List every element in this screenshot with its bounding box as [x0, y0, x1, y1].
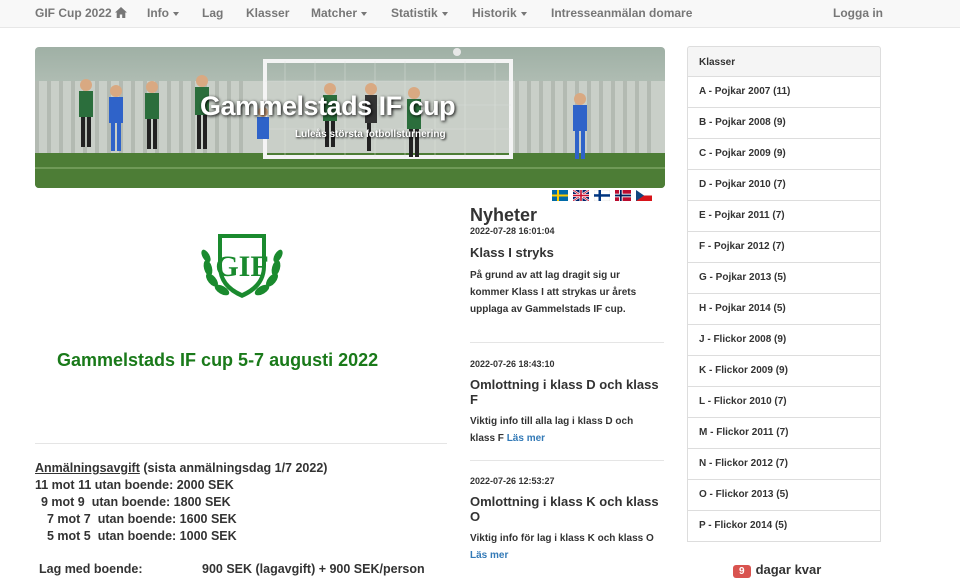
fee-price: 1000 SEK	[179, 529, 237, 543]
nav-matcher[interactable]: Matcher	[311, 6, 368, 20]
nav-statistik-label: Statistik	[391, 6, 438, 20]
norwegian-flag-icon[interactable]	[615, 190, 631, 201]
nav-historik-label: Historik	[472, 6, 517, 20]
news-body-text: Viktig info för lag i klass K och klass …	[470, 533, 654, 544]
fee-format: 7 mot 7	[47, 512, 91, 526]
fee-format: 5 mot 5	[47, 529, 91, 543]
home-icon	[114, 7, 127, 21]
fee-row-11: 11 mot 11 utan boende: 2000 SEK	[35, 477, 234, 494]
sidebar-item-class[interactable]: K - Flickor 2009 (9)	[687, 356, 881, 387]
countdown-badge: 9	[733, 565, 751, 578]
brand-label: GIF Cup 2022	[35, 6, 112, 20]
sidebar-item-class[interactable]: D - Pojkar 2010 (7)	[687, 170, 881, 201]
fee-format: 9 mot 9	[41, 495, 85, 509]
sidebar-item-class[interactable]: H - Pojkar 2014 (5)	[687, 294, 881, 325]
hero-title: Gammelstads IF cup	[200, 91, 456, 121]
news-heading[interactable]: Klass I stryks	[470, 245, 665, 260]
nav-klasser[interactable]: Klasser	[246, 6, 289, 20]
sidebar-item-class[interactable]: N - Flickor 2012 (7)	[687, 449, 881, 480]
news-title: Nyheter	[470, 205, 538, 225]
chevron-down-icon	[361, 11, 368, 16]
hero-subtitle: Luleås största fotbollsturnering	[295, 129, 446, 140]
nav-intresseanmalan-label: Intresseanmälan domare	[551, 6, 693, 20]
sidebar-item-class[interactable]: G - Pojkar 2013 (5)	[687, 263, 881, 294]
news-heading[interactable]: Omlottning i klass D och klass F	[470, 377, 665, 407]
brand-link[interactable]: GIF Cup 2022	[35, 6, 127, 21]
login-link[interactable]: Logga in	[833, 6, 883, 20]
fee-price: 1600 SEK	[179, 512, 237, 526]
sidebar-heading: Klasser	[687, 46, 881, 77]
nav-intresseanmalan[interactable]: Intresseanmälan domare	[551, 6, 692, 20]
fee-heading: Anmälningsavgift	[35, 461, 140, 475]
news-date: 2022-07-26 18:43:10	[470, 359, 555, 369]
nav-info-label: Info	[147, 6, 169, 20]
lodging-price: 900 SEK (lagavgift) + 900 SEK/person	[202, 562, 425, 576]
sidebar-item-class[interactable]: P - Flickor 2014 (5)	[687, 511, 881, 542]
news-body-text: På grund av att lag dragit sig ur kommer…	[470, 270, 637, 315]
fee-row-7: 7 mot 7 utan boende: 1600 SEK	[47, 511, 237, 528]
sidebar-item-class[interactable]: J - Flickor 2008 (9)	[687, 325, 881, 356]
classes-sidebar: Klasser A - Pojkar 2007 (11) B - Pojkar …	[687, 46, 881, 542]
fee-row-5: 5 mot 5 utan boende: 1000 SEK	[47, 528, 237, 545]
sidebar-item-class[interactable]: E - Pojkar 2011 (7)	[687, 201, 881, 232]
news-date: 2022-07-28 16:01:04	[470, 226, 555, 236]
login-label: Logga in	[833, 6, 883, 20]
news-body: Viktig info till alla lag i klass D och …	[470, 413, 660, 447]
svg-text:GIF: GIF	[215, 250, 268, 283]
news-body: På grund av att lag dragit sig ur kommer…	[470, 267, 660, 318]
nav-lag-label: Lag	[202, 6, 224, 20]
sidebar-item-class[interactable]: A - Pojkar 2007 (11)	[687, 77, 881, 108]
fee-note: (sista anmälningsdag 1/7 2022)	[139, 461, 328, 475]
countdown: 9 dagar kvar	[733, 562, 821, 578]
fee-text: utan boende:	[94, 478, 174, 492]
navbar: GIF Cup 2022 Info Lag Klasser Matcher St…	[0, 0, 960, 28]
sidebar-item-class[interactable]: M - Flickor 2011 (7)	[687, 418, 881, 449]
fee-text: utan boende:	[97, 512, 177, 526]
fee-text: utan boende:	[97, 529, 177, 543]
nav-klasser-label: Klasser	[246, 6, 290, 20]
nav-info[interactable]: Info	[147, 6, 179, 20]
fee-heading-row: Anmälningsavgift (sista anmälningsdag 1/…	[35, 460, 327, 477]
news-body-text: Viktig info till alla lag i klass D och …	[470, 416, 634, 444]
club-logo: GIF	[198, 228, 286, 309]
news-body: Viktig info för lag i klass K och klass …	[470, 530, 660, 564]
cup-title: Gammelstads IF cup 5-7 augusti 2022	[57, 350, 379, 370]
fee-price: 2000 SEK	[176, 478, 234, 492]
chevron-down-icon	[173, 11, 179, 16]
sidebar-item-class[interactable]: B - Pojkar 2008 (9)	[687, 108, 881, 139]
news-divider	[470, 460, 664, 461]
czech-flag-icon[interactable]	[636, 190, 652, 201]
news-date: 2022-07-26 12:53:27	[470, 476, 555, 486]
nav-matcher-label: Matcher	[311, 6, 358, 20]
read-more-link[interactable]: Läs mer	[507, 433, 545, 444]
fee-format: 11 mot 11	[35, 478, 92, 492]
news-heading[interactable]: Omlottning i klass K och klass O	[470, 494, 665, 524]
sidebar-item-class[interactable]: L - Flickor 2010 (7)	[687, 387, 881, 418]
finnish-flag-icon[interactable]	[594, 190, 610, 201]
sidebar-item-class[interactable]: C - Pojkar 2009 (9)	[687, 139, 881, 170]
hero-banner: Gammelstads IF cup Luleås största fotbol…	[35, 47, 665, 188]
british-flag-icon[interactable]	[573, 190, 589, 201]
fee-row-9: 9 mot 9 utan boende: 1800 SEK	[41, 494, 231, 511]
sidebar-item-class[interactable]: F - Pojkar 2012 (7)	[687, 232, 881, 263]
fee-price: 1800 SEK	[173, 495, 231, 509]
read-more-link[interactable]: Läs mer	[470, 550, 508, 561]
chevron-down-icon	[520, 11, 527, 16]
news-divider	[470, 342, 664, 343]
nav-statistik[interactable]: Statistik	[391, 6, 448, 20]
fee-text: utan boende:	[91, 495, 171, 509]
chevron-down-icon	[441, 11, 448, 16]
sidebar-item-class[interactable]: O - Flickor 2013 (5)	[687, 480, 881, 511]
nav-historik[interactable]: Historik	[472, 6, 527, 20]
divider	[35, 443, 447, 444]
nav-lag[interactable]: Lag	[202, 6, 223, 20]
lodging-label: Lag med boende:	[39, 562, 143, 576]
swedish-flag-icon[interactable]	[552, 190, 568, 201]
